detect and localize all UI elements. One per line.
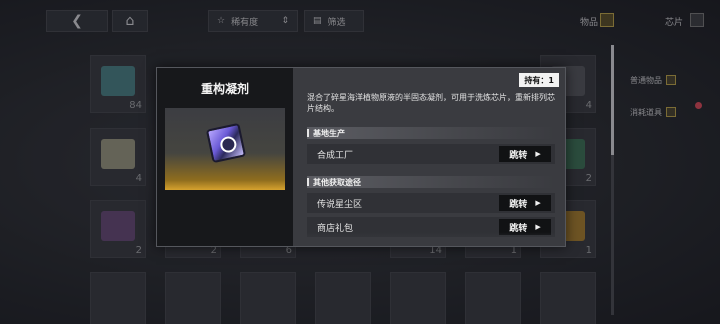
item-preview-pane: 重构凝剂: [157, 68, 293, 246]
section-heading-base-production: 基地生产: [307, 127, 555, 139]
source-row: 合成工厂 跳转 ▶: [307, 144, 555, 164]
jump-button[interactable]: 跳转 ▶: [499, 146, 551, 162]
source-row: 传说星尘区 跳转 ▶: [307, 193, 555, 213]
item-info-pane: 持有：1 混合了碎星海洋植物原液的半固态凝剂，可用于洗炼芯片，重新排列芯片结构。…: [293, 68, 565, 246]
source-label: 传说星尘区: [317, 199, 363, 210]
play-arrow-icon: ▶: [535, 150, 541, 158]
jump-button-label: 跳转: [509, 150, 528, 161]
reconstruct-gel-icon: [205, 122, 247, 164]
item-description: 混合了碎星海洋植物原液的半固态凝剂，可用于洗炼芯片，重新排列芯片结构。: [307, 93, 555, 113]
jump-button[interactable]: 跳转 ▶: [499, 195, 551, 211]
play-arrow-icon: ▶: [535, 199, 541, 207]
source-label: 合成工厂: [317, 150, 354, 161]
item-image: [165, 108, 285, 190]
item-title: 重构凝剂: [200, 82, 249, 96]
held-count-badge: 持有：1: [519, 73, 559, 87]
play-arrow-icon: ▶: [535, 223, 541, 231]
item-detail-modal: 重构凝剂 持有：1 混合了碎星海洋植物原液的半固态凝剂，可用于洗炼芯片，重新排列…: [156, 67, 566, 247]
scroll-fade: [293, 232, 565, 246]
section-heading-other-sources: 其他获取途径: [307, 176, 555, 188]
jump-button-label: 跳转: [509, 199, 528, 210]
